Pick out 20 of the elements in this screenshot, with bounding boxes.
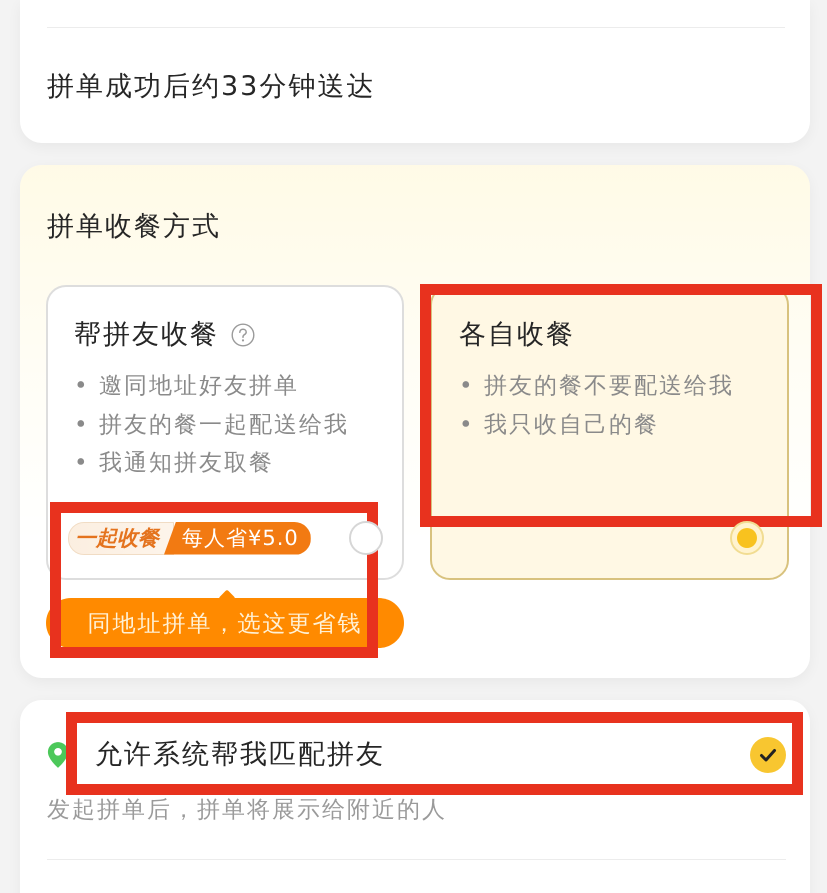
radio-button[interactable] <box>349 521 383 555</box>
option-bullet-text: • 我只收自己的餐 <box>459 410 660 440</box>
section-title: 拼单收餐方式 <box>47 210 222 244</box>
option-title: 帮拼友收餐 <box>74 318 219 352</box>
option-title: 各自收餐 <box>459 318 575 352</box>
map-pin-icon <box>47 741 69 769</box>
option-bullet-text: • 邀同地址好友拼单 <box>74 372 300 401</box>
tooltip: 同地址拼单，选这更省钱 <box>46 590 404 648</box>
tag-label: 一起收餐 <box>68 522 174 554</box>
option-card[interactable]: 帮拼友收餐 • 邀同地址好友拼单 • 拼友的餐一起配送给我 • 我通知拼友取餐 一起收餐 每人省¥5.0 <box>46 285 404 580</box>
delivery-eta-text: 拼单成功后约33分钟送达 <box>47 70 376 104</box>
match-option-label: 允许系统帮我匹配拼友 <box>95 738 385 772</box>
option-bullet-text: • 拼友的餐一起配送给我 <box>74 410 350 440</box>
option-bullet-text: • 拼友的餐不要配送给我 <box>459 372 735 401</box>
savings-badge: 每人省¥5.0 <box>164 522 311 554</box>
option-bullet-text: • 我通知拼友取餐 <box>74 449 275 478</box>
radio-button[interactable] <box>730 521 764 555</box>
checkbox[interactable] <box>750 737 786 773</box>
help-icon[interactable] <box>231 323 255 347</box>
match-description: 发起拼单后，拼单将展示给附近的人 <box>47 797 448 824</box>
